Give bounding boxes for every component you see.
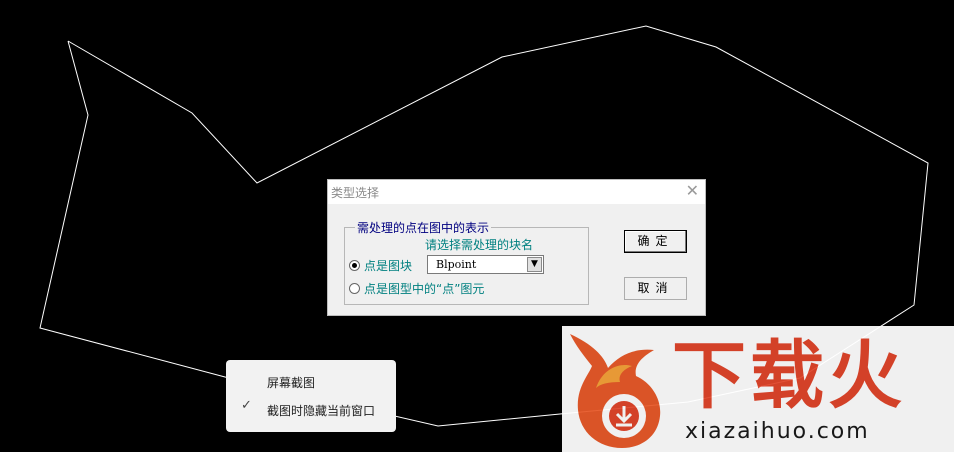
radio-block[interactable] — [349, 260, 360, 271]
block-name-select[interactable]: Blpoint ▼ — [427, 255, 544, 274]
check-icon: ✓ — [241, 398, 252, 413]
radio-point[interactable] — [349, 283, 360, 294]
cancel-button[interactable]: 取消 — [624, 277, 687, 300]
group-legend: 需处理的点在图中的表示 — [355, 219, 492, 236]
option-point-label[interactable]: 点是图型中的“点”图元 — [364, 280, 484, 297]
watermark-logo: 下载火 xiazaihuo.com — [562, 326, 954, 452]
representation-group: 需处理的点在图中的表示 请选择需处理的块名 点是图块 Blpoint ▼ 点是图… — [344, 219, 589, 305]
block-name-hint: 请选择需处理的块名 — [425, 238, 534, 252]
menu-item-hide-window[interactable]: 截图时隐藏当前窗口 — [267, 402, 375, 419]
watermark-url: xiazaihuo.com — [685, 419, 870, 444]
option-block-label[interactable]: 点是图块 — [364, 257, 412, 274]
block-name-value: Blpoint — [436, 258, 477, 271]
flame-logo-icon — [570, 334, 661, 448]
dialog-titlebar[interactable]: 类型选择 ✕ — [328, 180, 705, 204]
type-selection-dialog: 类型选择 ✕ 需处理的点在图中的表示 请选择需处理的块名 点是图块 Blpoin… — [327, 179, 706, 316]
dialog-title: 类型选择 — [331, 186, 380, 200]
screenshot-context-menu: 屏幕截图 ✓ 截图时隐藏当前窗口 — [226, 360, 396, 432]
chevron-down-icon[interactable]: ▼ — [527, 257, 542, 272]
watermark-brand: 下载火 — [672, 333, 906, 419]
ok-button[interactable]: 确定 — [624, 230, 687, 253]
menu-item-screenshot[interactable]: 屏幕截图 — [267, 374, 315, 391]
close-icon[interactable]: ✕ — [686, 182, 699, 200]
